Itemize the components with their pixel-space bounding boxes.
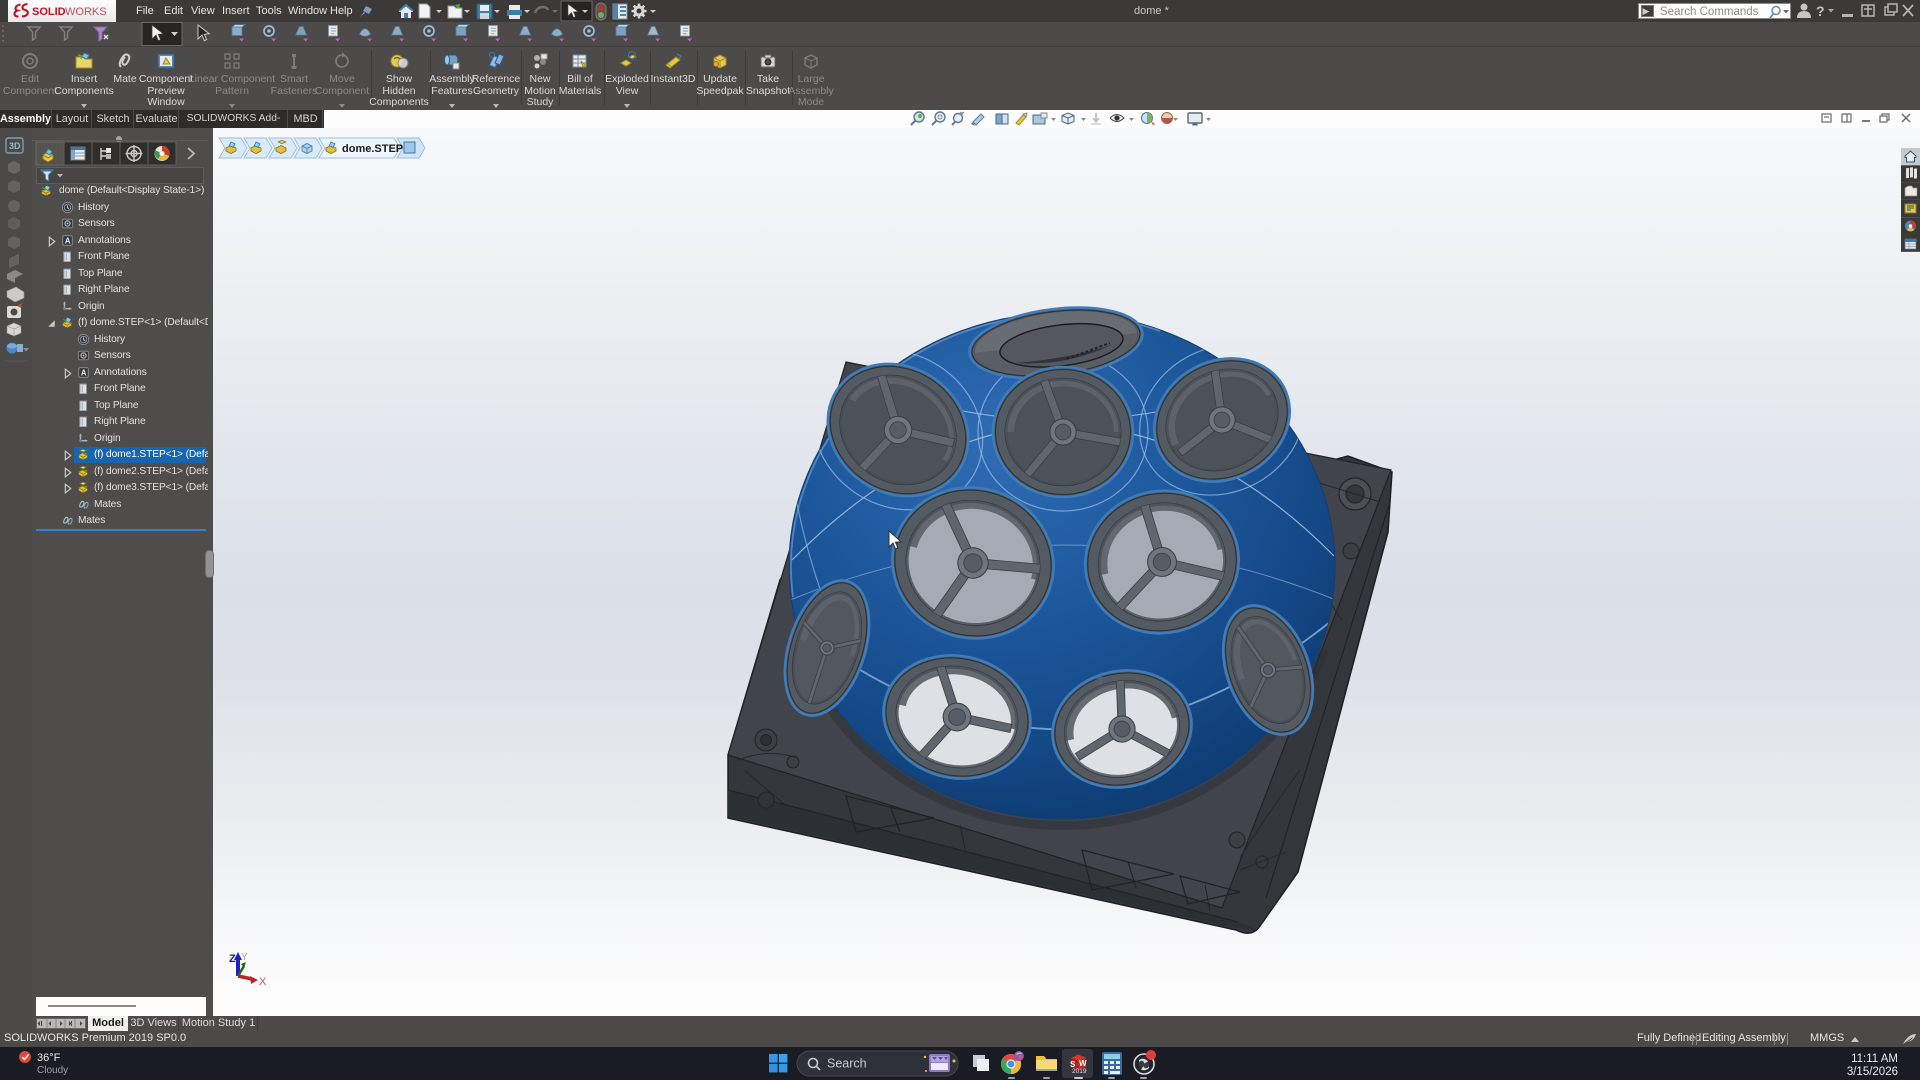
svg-text:36°F: 36°F xyxy=(37,1052,61,1064)
svg-text:Search: Search xyxy=(827,1057,867,1071)
svg-text:11:11 AM: 11:11 AM xyxy=(1851,1053,1898,1065)
svg-text:Cloudy: Cloudy xyxy=(37,1065,68,1076)
svg-text:dome.STEP: dome.STEP xyxy=(342,143,403,155)
svg-text:Z: Z xyxy=(229,953,236,965)
svg-text:3/15/2026: 3/15/2026 xyxy=(1847,1066,1898,1078)
svg-text:?: ? xyxy=(1816,3,1825,19)
svg-text:X: X xyxy=(259,976,267,988)
svg-text:3D: 3D xyxy=(9,141,21,151)
svg-text:A: A xyxy=(81,368,87,377)
svg-text:Y: Y xyxy=(241,952,248,963)
svg-text:W: W xyxy=(1079,1059,1087,1068)
svg-text:2019: 2019 xyxy=(1072,1068,1087,1075)
svg-text:A: A xyxy=(65,236,71,245)
